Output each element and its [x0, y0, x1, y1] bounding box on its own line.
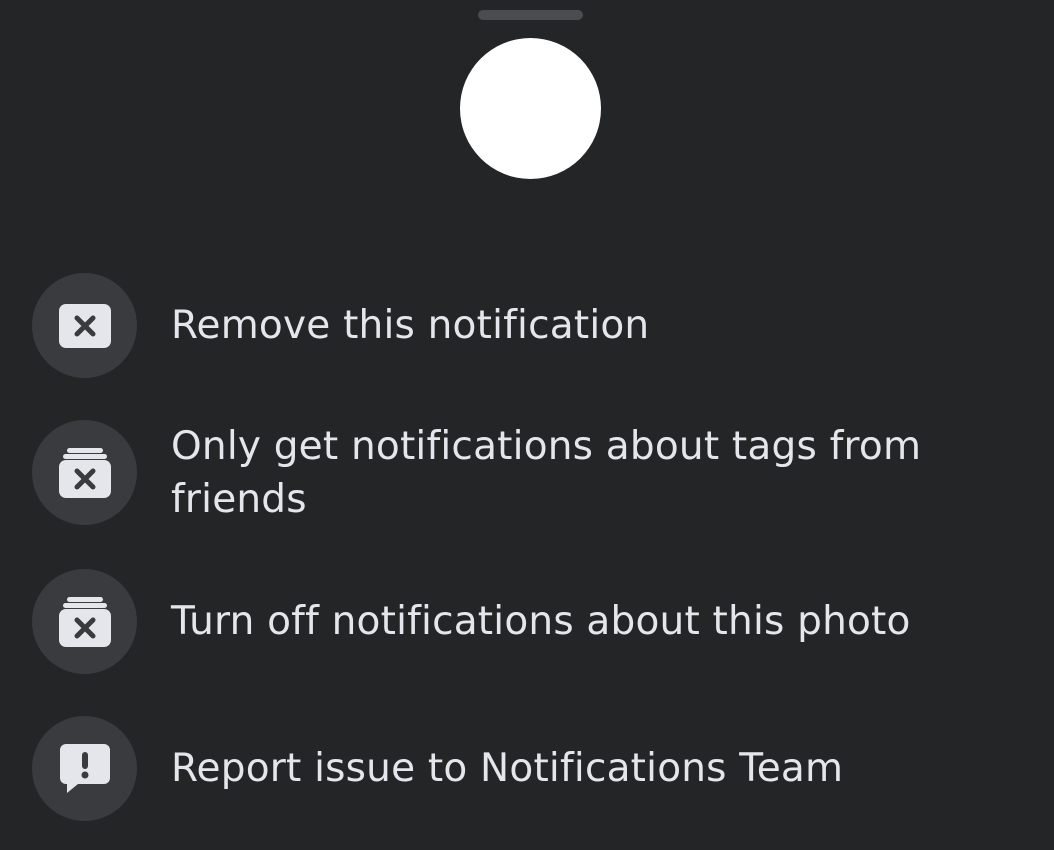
- drag-handle[interactable]: [478, 10, 583, 20]
- menu-item-remove-notification[interactable]: Remove this notification: [0, 273, 1054, 378]
- menu-item-report-issue[interactable]: Report issue to Notifications Team: [0, 716, 1054, 821]
- menu-item-label: Turn off notifications about this photo: [171, 599, 911, 644]
- menu-item-label: Remove this notification: [171, 303, 650, 348]
- menu-item-turn-off-photo-notifications[interactable]: Turn off notifications about this photo: [0, 569, 1054, 674]
- stack-close-icon: [32, 569, 137, 674]
- menu-item-only-friend-tags[interactable]: Only get notifications about tags from f…: [0, 420, 1054, 525]
- avatar: [460, 38, 601, 179]
- close-box-icon: [32, 273, 137, 378]
- report-exclamation-icon: [32, 716, 137, 821]
- stack-close-icon: [32, 420, 137, 525]
- menu-item-label: Only get notifications about tags from f…: [171, 424, 922, 522]
- menu-item-label: Report issue to Notifications Team: [171, 746, 844, 791]
- bottom-sheet: Remove this notification Only get notifi…: [0, 0, 1054, 850]
